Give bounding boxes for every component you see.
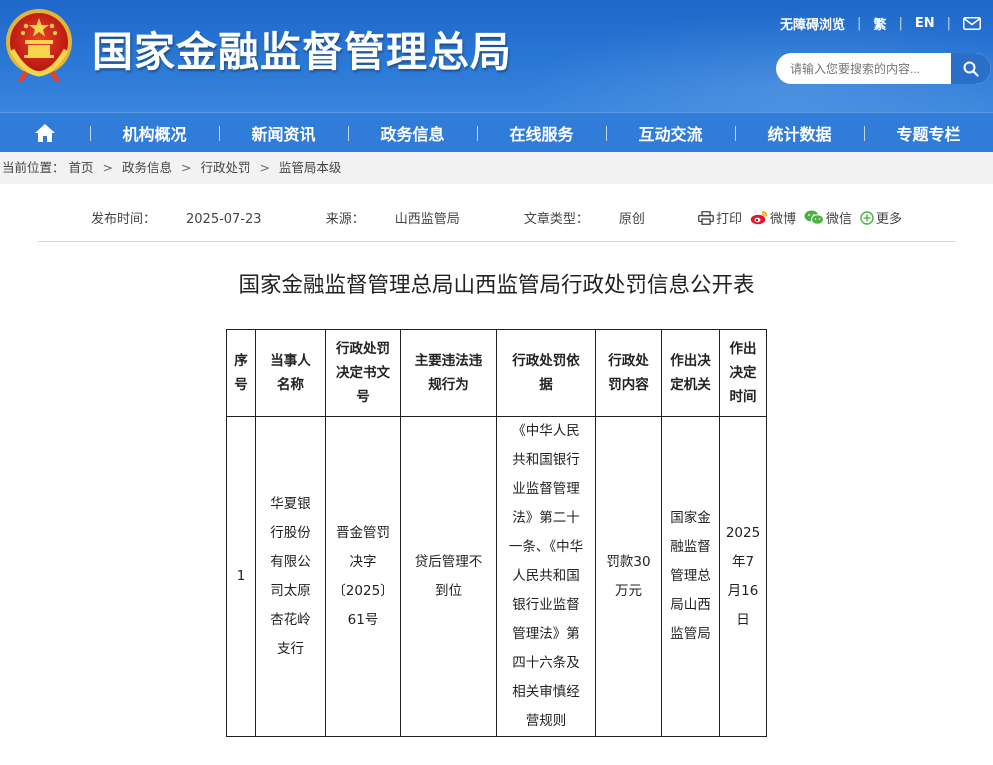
printer-icon [698, 210, 714, 225]
site-title[interactable]: 国家金融监督管理总局 [92, 18, 512, 78]
nav-item-special-topics[interactable]: 专题专栏 [864, 113, 993, 153]
article-type-value: 原创 [618, 212, 645, 227]
column-header-decision-number: 行政处罚 决定书文号 [325, 329, 401, 417]
cell-legal-basis: 《中华人民 共和国银行 业监督管理 法》第二十 一条、《中华 人民共和国 银行业监督 管理法》… [496, 416, 596, 737]
nav-item-news[interactable]: 新闻资讯 [219, 113, 348, 153]
english-link[interactable]: EN [915, 16, 935, 31]
wechat-icon [804, 210, 825, 225]
plus-circle-icon [860, 210, 874, 225]
search-button[interactable] [951, 53, 991, 84]
link-separator: | [857, 16, 862, 31]
breadcrumb-item-penalties[interactable]: 行政处罚 [200, 160, 250, 175]
column-header-violation: 主要违法违 规行为 [400, 329, 497, 417]
column-header-legal-basis: 行政处罚依据 [496, 329, 596, 417]
article-type-info: 文章类型： 原创 [523, 212, 645, 227]
top-links: 无障碍浏览 | 繁 | EN | [780, 14, 981, 33]
cell-decision-number: 晋金管罚 决字 〔2025〕 61号 [325, 416, 401, 737]
breadcrumb-separator: > [102, 160, 113, 175]
wechat-share-button[interactable]: 微信 [804, 208, 852, 227]
column-header-decision-date: 作出 决定 时间 [719, 329, 767, 417]
weibo-share-button[interactable]: 微博 [750, 208, 796, 227]
nav-item-statistics[interactable]: 统计数据 [735, 113, 864, 153]
breadcrumb-separator: > [180, 160, 192, 175]
cell-number: 1 [226, 416, 256, 737]
article-meta: 发布时间： 2025-07-23 来源： 山西监管局 文章类型： 原创 [91, 208, 705, 227]
site-header: 国家金融监督管理总局 无障碍浏览 | 繁 | EN | [0, 0, 993, 112]
column-header-party-name: 当事人 名称 [255, 329, 326, 417]
search-input[interactable] [776, 53, 955, 84]
main-nav: 机构概况 新闻资讯 政务信息 在线服务 互动交流 统计数据 专题专栏 [0, 112, 993, 153]
cell-penalty: 罚款30 万元 [595, 416, 662, 737]
table-row: 1 华夏银 行股份 有限公 司太原 杏花岭 支行 晋金管罚 决字 〔2025〕 61号 贷后管理… [226, 416, 767, 737]
search-icon [963, 61, 979, 77]
link-separator: | [898, 16, 903, 31]
weibo-icon [750, 211, 768, 225]
cell-authority: 国家金 融监督 管理总 局山西 监管局 [661, 416, 720, 737]
nav-item-interaction[interactable]: 互动交流 [606, 113, 735, 153]
publish-info: 发布时间： 2025-07-23 [91, 212, 262, 227]
nav-home[interactable] [0, 113, 90, 153]
breadcrumb: 当前位置： 首页 > 政务信息 > 行政处罚 > 监管局本级 [0, 152, 993, 184]
table-header-row: 序号 当事人 名称 行政处罚 决定书文号 主要违法违 规行为 行政处罚依据 行政处 罚内… [226, 329, 767, 417]
breadcrumb-item-home[interactable]: 首页 [69, 160, 94, 175]
nav-item-online-services[interactable]: 在线服务 [477, 113, 606, 153]
mail-icon[interactable] [963, 17, 981, 30]
cell-party-name: 华夏银 行股份 有限公 司太原 杏花岭 支行 [255, 416, 326, 737]
accessibility-link[interactable]: 无障碍浏览 [780, 14, 845, 33]
column-header-penalty: 行政处 罚内容 [595, 329, 662, 417]
breadcrumb-item-local-bureau[interactable]: 监管局本级 [279, 160, 342, 175]
column-header-authority: 作出决 定机关 [661, 329, 720, 417]
breadcrumb-prefix: 当前位置： [2, 160, 65, 175]
print-button[interactable]: 打印 [698, 208, 742, 227]
source-info: 来源： 山西监管局 [325, 212, 460, 227]
article-title: 国家金融监督管理总局山西监管局行政处罚信息公开表 [238, 273, 755, 298]
cell-violation: 贷后管理不 到位 [400, 416, 497, 737]
cell-decision-date: 2025 年7 月16 日 [719, 416, 767, 737]
column-header-number: 序号 [226, 329, 256, 417]
national-emblem-icon[interactable] [4, 6, 74, 82]
article-panel: 发布时间： 2025-07-23 来源： 山西监管局 文章类型： 原创 打印 微博 [0, 184, 993, 765]
breadcrumb-separator: > [259, 160, 270, 175]
penalty-info-table: 序号 当事人 名称 行政处罚 决定书文号 主要违法违 规行为 行政处罚依据 行政处 罚内… [226, 329, 767, 737]
publish-date: 2025-07-23 [186, 212, 262, 227]
source-value: 山西监管局 [394, 212, 460, 227]
home-icon [35, 124, 55, 142]
traditional-chinese-link[interactable]: 繁 [873, 14, 886, 33]
divider [38, 241, 956, 242]
share-bar: 打印 微博 微信 更多 [698, 208, 910, 227]
breadcrumb-item-government-info[interactable]: 政务信息 [122, 160, 172, 175]
search-box [776, 53, 991, 84]
nav-item-government-info[interactable]: 政务信息 [348, 113, 477, 153]
nav-item-about[interactable]: 机构概况 [90, 113, 219, 153]
more-share-button[interactable]: 更多 [860, 208, 902, 227]
link-separator: | [946, 16, 951, 31]
